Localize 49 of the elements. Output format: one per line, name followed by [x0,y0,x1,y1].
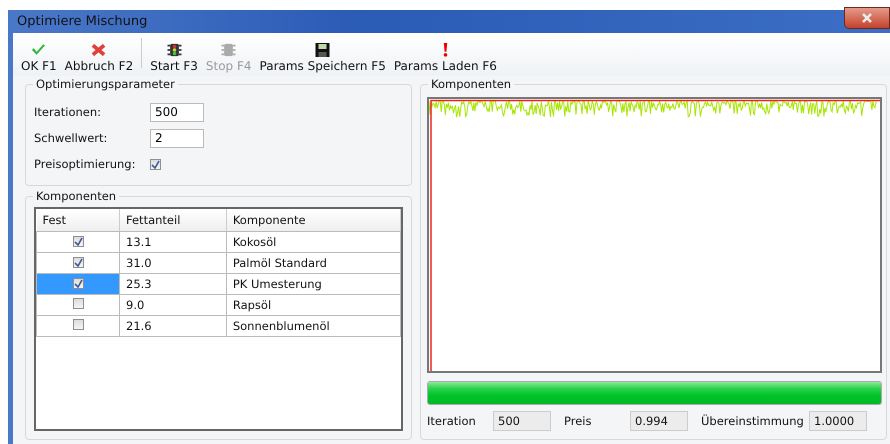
field-label: Iterationen: [34,105,102,119]
check-icon [31,43,46,57]
column-header[interactable]: Fest [36,209,120,232]
checkbox[interactable] [72,257,84,268]
readonly-field: 500 [493,411,551,431]
toolbar-button[interactable]: Start F3 [146,43,202,73]
table-cell[interactable] [36,274,120,294]
table-cell: Palmöl Standard [226,252,400,274]
readonly-field: 1.0000 [809,411,867,431]
toolbar-button[interactable]: Abbruch F2 [60,43,138,73]
table-cell[interactable] [36,294,120,316]
table-cell: 13.1 [120,232,226,252]
close-button[interactable] [844,6,890,28]
group-title: Optimierungsparameter [33,77,178,91]
table-cell: 21.6 [120,316,226,336]
readonly-field: 0.994 [630,411,688,431]
table-cell: 31.0 [120,252,226,274]
toolbar-button[interactable]: Params Laden F6 [390,43,501,73]
group-title: Komponenten [33,189,120,203]
table-cell: Rapsöl [226,294,400,316]
field-label: Schwellwert: [34,131,108,145]
table-cell: PK Umesterung [226,274,400,294]
table-cell: 9.0 [120,294,226,316]
checkbox[interactable] [150,158,161,170]
window-title: Optimiere Mischung [16,14,148,29]
table-cell[interactable] [36,316,120,336]
stat-label: Preis [564,414,592,428]
traffic-light-icon [221,43,236,57]
table-cell: Sonnenblumenöl [226,316,400,336]
stat-label: Iteration [427,414,477,428]
column-header[interactable]: Fettanteil [120,209,226,232]
checkbox[interactable] [72,319,84,330]
table-cell[interactable] [36,232,120,252]
input-field[interactable]: 2 [150,128,204,148]
stat-label: Übereinstimmung [701,414,805,428]
checkbox[interactable] [72,236,84,247]
group-title: Komponenten [428,77,514,91]
input-field[interactable]: 500 [150,102,204,122]
column-header[interactable]: Komponente [226,209,400,232]
checkbox[interactable] [72,278,84,289]
toolbar-button[interactable]: OK F1 [17,43,61,73]
close-icon [861,12,873,22]
checkbox[interactable] [72,298,84,309]
table-cell: Kokosöl [226,232,400,252]
toolbar-button[interactable]: Params Speichern F5 [256,43,390,73]
traffic-light-icon [166,43,182,57]
field-label: Preisoptimierung: [34,157,136,171]
table-cell: 25.3 [120,274,226,294]
cross-icon [91,43,106,57]
